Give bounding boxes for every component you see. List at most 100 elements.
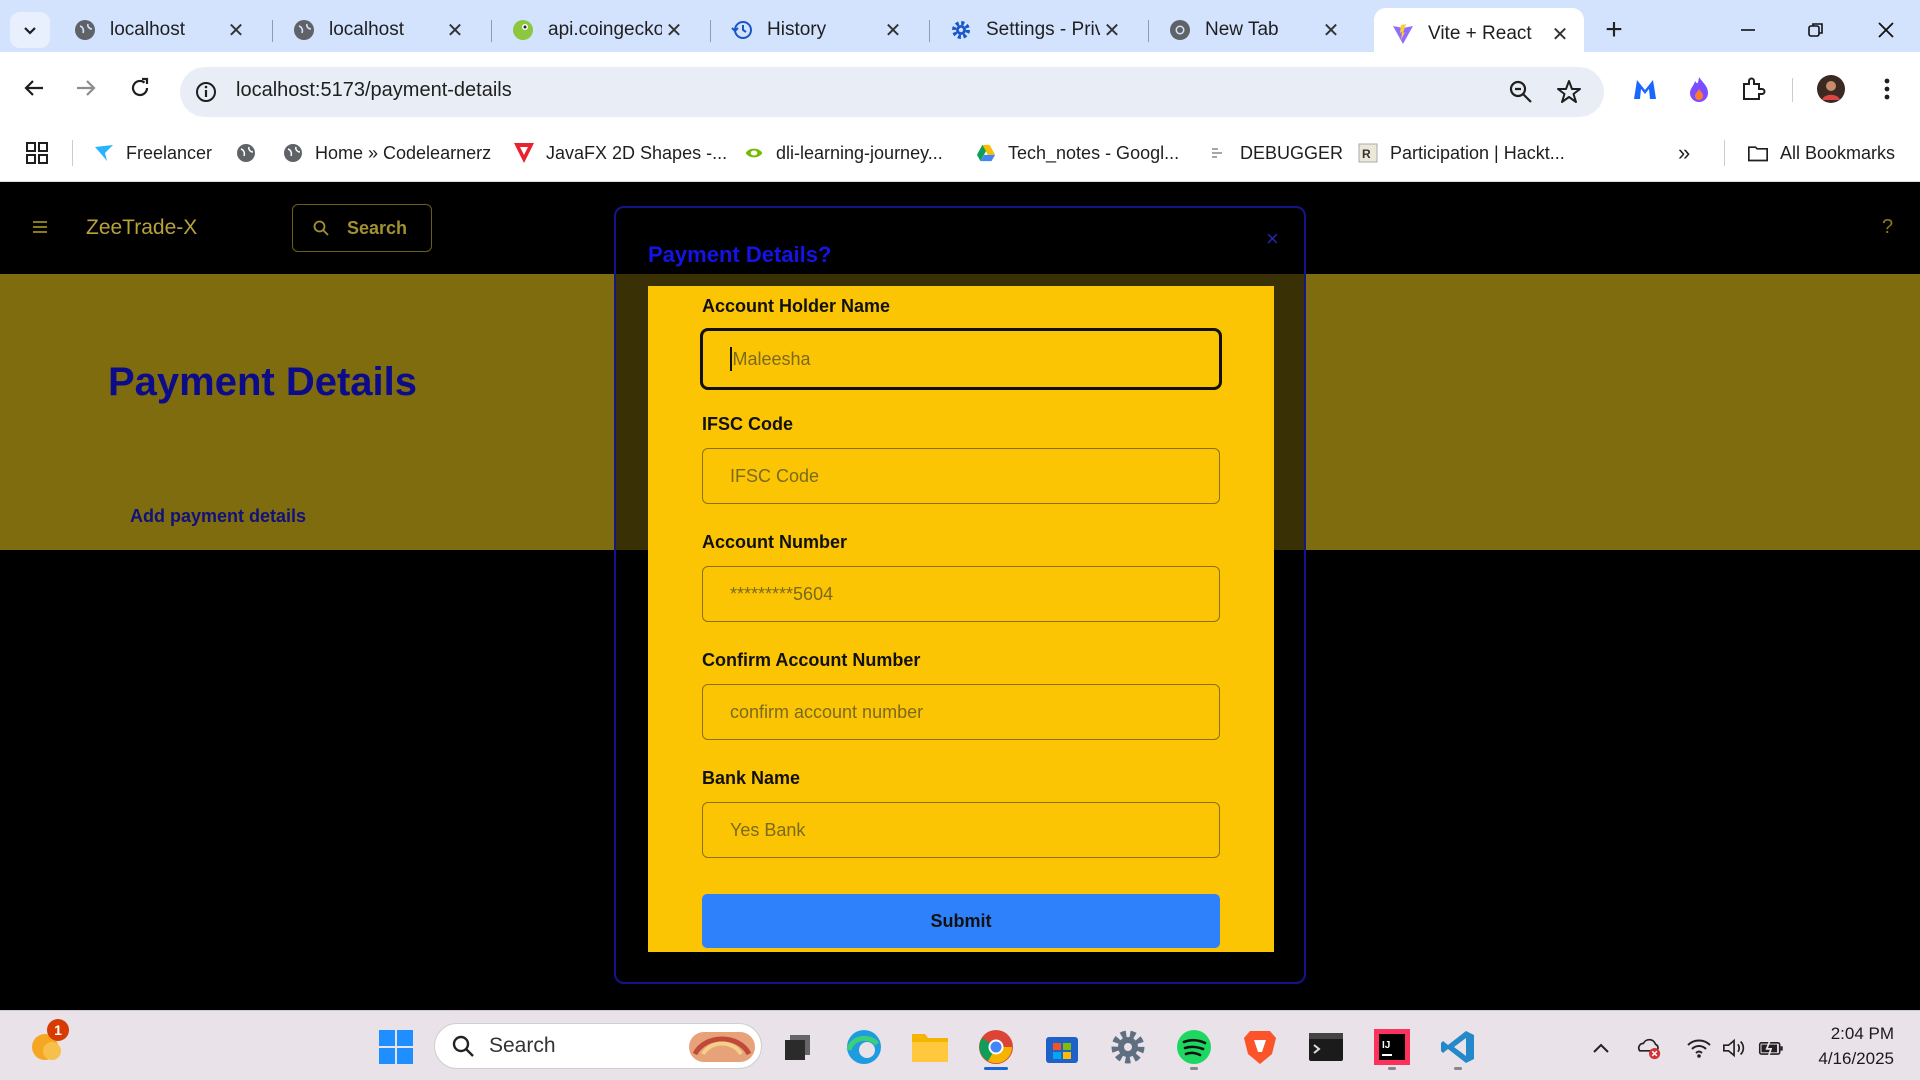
add-payment-details-link[interactable]: Add payment details <box>130 506 306 527</box>
more-bookmarks-chevron-icon[interactable]: » <box>1678 138 1690 168</box>
windows-taskbar: 1 Search IJ 2:04 PM 4/16/2025 <box>0 1010 1920 1080</box>
javafx-icon <box>514 143 534 163</box>
spotify-icon[interactable] <box>1172 1025 1216 1069</box>
account-number-input[interactable]: *********5604 <box>702 566 1220 622</box>
browser-tab[interactable]: New Tab ✕ <box>1151 8 1355 52</box>
close-icon <box>1878 22 1894 38</box>
close-window-button[interactable] <box>1856 10 1916 50</box>
browser-menu-icon[interactable] <box>1872 74 1902 104</box>
hackerrank-icon: R <box>1358 143 1378 163</box>
reload-button[interactable] <box>120 68 160 108</box>
bookmark-debugger[interactable]: DEBUGGER <box>1208 138 1343 168</box>
chrome-taskbar-icon[interactable] <box>974 1025 1018 1069</box>
globe-icon <box>293 19 315 41</box>
reload-icon <box>131 77 149 97</box>
volume-icon[interactable] <box>1722 1035 1748 1061</box>
extension-flame-icon[interactable] <box>1684 74 1714 104</box>
app-search-button[interactable]: Search <box>292 204 432 252</box>
modal-close-icon[interactable]: × <box>1266 226 1279 252</box>
browser-tab[interactable]: localhost ✕ <box>56 8 260 52</box>
wifi-icon[interactable] <box>1686 1035 1712 1061</box>
tab-close-icon[interactable]: ✕ <box>443 18 467 42</box>
microsoft-store-icon[interactable] <box>1040 1025 1084 1069</box>
search-highlight-icon <box>689 1032 755 1062</box>
confirm-account-number-input[interactable]: confirm account number <box>702 684 1220 740</box>
tab-close-icon[interactable]: ✕ <box>881 18 905 42</box>
vscode-icon[interactable] <box>1436 1025 1480 1069</box>
brave-icon[interactable] <box>1238 1025 1282 1069</box>
apps-grid-icon[interactable] <box>26 138 48 168</box>
modal-title: Payment Details? <box>648 242 832 267</box>
edge-icon[interactable] <box>842 1025 886 1069</box>
nvidia-icon <box>744 143 764 163</box>
url-text[interactable]: localhost:5173/payment-details <box>236 79 512 102</box>
field-label: Bank Name <box>702 768 801 788</box>
bookmark-globe[interactable] <box>236 138 268 168</box>
profile-avatar[interactable] <box>1816 74 1846 104</box>
bookmark-dli[interactable]: dli-learning-journey... <box>744 138 943 168</box>
tab-search-button[interactable] <box>10 12 50 48</box>
tab-close-icon[interactable]: ✕ <box>1319 18 1343 42</box>
hamburger-menu-icon[interactable] <box>32 218 48 239</box>
terminal-icon[interactable] <box>1304 1025 1348 1069</box>
tab-close-icon[interactable]: ✕ <box>1100 18 1124 42</box>
forward-button[interactable] <box>66 68 106 108</box>
tab-close-icon[interactable]: ✕ <box>662 18 686 42</box>
extensions-puzzle-icon[interactable] <box>1738 74 1768 104</box>
tab-close-icon[interactable]: ✕ <box>1548 22 1572 46</box>
globe-icon <box>283 143 303 163</box>
file-explorer-icon[interactable] <box>908 1025 952 1069</box>
zoom-icon[interactable] <box>1508 79 1534 105</box>
taskbar-search-box[interactable]: Search <box>434 1023 762 1069</box>
bank-name-input[interactable]: Yes Bank <box>702 802 1220 858</box>
bookmark-freelancer[interactable]: Freelancer <box>94 138 212 168</box>
help-icon[interactable]: ? <box>1882 216 1893 239</box>
onedrive-error-icon[interactable] <box>1636 1035 1662 1061</box>
account-holder-name-input[interactable]: Maleesha <box>700 328 1222 390</box>
battery-icon[interactable] <box>1758 1035 1784 1061</box>
search-icon <box>313 220 329 236</box>
browser-tab[interactable]: Settings - Priv ✕ <box>932 8 1136 52</box>
app-brand[interactable]: ZeeTrade-X <box>86 216 197 240</box>
bookmark-hackerrank[interactable]: R Participation | Hackt... <box>1358 138 1565 168</box>
bookmark-javafx[interactable]: JavaFX 2D Shapes -... <box>514 138 727 168</box>
tab-label: Vite + React <box>1428 23 1532 44</box>
chevron-down-icon <box>24 27 36 35</box>
windows-start-icon[interactable] <box>374 1025 418 1069</box>
restore-button[interactable] <box>1786 10 1846 50</box>
submit-button[interactable]: Submit <box>702 894 1220 948</box>
browser-tab[interactable]: localhost ✕ <box>275 8 479 52</box>
input-placeholder: confirm account number <box>730 701 924 722</box>
all-bookmarks-button[interactable]: All Bookmarks <box>1748 138 1895 168</box>
show-hidden-icons-chevron-icon[interactable] <box>1588 1035 1614 1061</box>
malwarebytes-extension-icon[interactable] <box>1630 74 1660 104</box>
browser-tab[interactable]: api.coingecko ✕ <box>494 8 698 52</box>
payment-form: Account Holder Name Maleesha IFSC Code I… <box>648 286 1274 952</box>
bookmark-codelearnerz[interactable]: Home » Codelearnerz <box>283 138 491 168</box>
new-tab-button[interactable]: + <box>1598 13 1630 46</box>
confirm-account-number-field: Confirm Account Number confirm account n… <box>702 650 1220 740</box>
input-placeholder: *********5604 <box>730 583 834 604</box>
site-info-icon[interactable] <box>194 80 218 104</box>
task-view-icon[interactable] <box>776 1025 820 1069</box>
intellij-icon[interactable]: IJ <box>1370 1025 1414 1069</box>
tab-close-icon[interactable]: ✕ <box>224 18 248 42</box>
running-app-indicator <box>1454 1067 1462 1070</box>
system-clock[interactable]: 2:04 PM 4/16/2025 <box>1808 1021 1894 1071</box>
taskbar-search-label: Search <box>489 1034 556 1057</box>
minimize-button[interactable] <box>1718 10 1778 50</box>
field-label: Confirm Account Number <box>702 650 921 670</box>
back-button[interactable] <box>14 68 54 108</box>
bookmark-tech-notes[interactable]: Tech_notes - Googl... <box>976 138 1179 168</box>
settings-gear-icon[interactable] <box>1106 1025 1150 1069</box>
ifsc-code-input[interactable]: IFSC Code <box>702 448 1220 504</box>
input-placeholder: IFSC Code <box>730 465 820 486</box>
address-bar[interactable]: localhost:5173/payment-details <box>180 67 1604 117</box>
bookmark-star-icon[interactable] <box>1556 79 1582 105</box>
payment-details-modal: Payment Details? × Account Holder Name M… <box>614 206 1306 984</box>
browser-tab[interactable]: History ✕ <box>713 8 917 52</box>
tab-label: Settings - Priv <box>986 19 1100 40</box>
tab-label: History <box>767 19 827 40</box>
tab-label: api.coingecko <box>548 19 662 40</box>
notification-badge: 1 <box>47 1019 69 1041</box>
